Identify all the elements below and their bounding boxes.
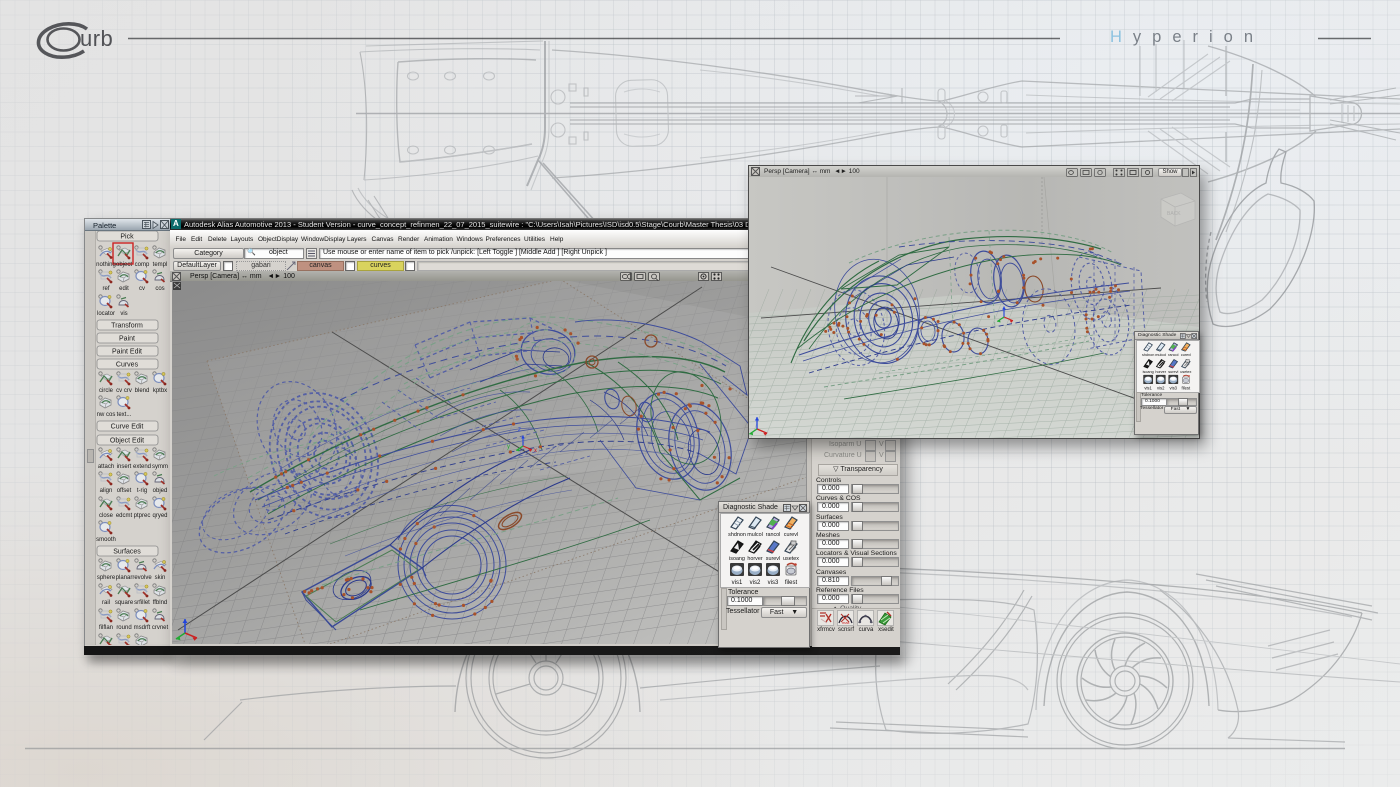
svg-text:object: object xyxy=(116,262,132,268)
svg-text:rail: rail xyxy=(102,600,110,606)
svg-text:circle: circle xyxy=(99,388,114,394)
svg-text:isoang: isoang xyxy=(729,556,745,562)
svg-text:ptprec: ptprec xyxy=(134,513,151,519)
svg-text:nothing: nothing xyxy=(96,262,116,268)
svg-text:extend: extend xyxy=(133,464,151,470)
svg-text:Pick: Pick xyxy=(120,234,134,241)
svg-text:nw cos: nw cos xyxy=(97,412,116,418)
svg-text:msdrft: msdrft xyxy=(134,625,151,631)
svg-text:Curve Edit: Curve Edit xyxy=(111,424,144,431)
svg-text:filest: filest xyxy=(1182,386,1191,391)
svg-text:surevl: surevl xyxy=(766,556,780,562)
svg-text:isoang: isoang xyxy=(1143,370,1154,374)
svg-text:filflan: filflan xyxy=(99,625,113,631)
svg-text:z: z xyxy=(518,427,521,433)
svg-text:offset: offset xyxy=(117,488,132,494)
svg-text:round: round xyxy=(116,625,131,631)
svg-text:planar: planar xyxy=(116,575,133,581)
svg-text:Surfaces: Surfaces xyxy=(113,549,141,556)
svg-text:BACK: BACK xyxy=(1167,211,1181,217)
svg-text:cv: cv xyxy=(139,286,145,292)
svg-text:vis: vis xyxy=(120,311,127,317)
svg-text:skin: skin xyxy=(155,575,166,581)
svg-text:vis1: vis1 xyxy=(1144,386,1152,391)
svg-text:edcmt: edcmt xyxy=(116,513,133,519)
svg-text:max: max xyxy=(842,620,850,625)
svg-text:vis2: vis2 xyxy=(750,580,761,586)
svg-text:urb: urb xyxy=(80,26,113,51)
svg-text:vis3: vis3 xyxy=(1170,386,1178,391)
svg-text:revolve: revolve xyxy=(132,575,152,581)
svg-text:align: align xyxy=(100,488,113,494)
svg-text:surevl: surevl xyxy=(1168,370,1178,374)
svg-text:mulcol: mulcol xyxy=(1155,353,1166,357)
svg-text:comp: comp xyxy=(135,262,150,268)
svg-text:shdnon: shdnon xyxy=(1142,353,1154,357)
svg-text:attach: attach xyxy=(98,464,114,470)
svg-text:vis3: vis3 xyxy=(768,580,779,586)
svg-text:Transform: Transform xyxy=(111,323,143,330)
svg-text:srfillet: srfillet xyxy=(134,600,150,606)
svg-text:locator: locator xyxy=(97,311,115,317)
svg-text:ref: ref xyxy=(102,286,109,292)
svg-text:curevl: curevl xyxy=(784,532,798,538)
svg-text:square: square xyxy=(115,600,134,606)
svg-text:usetex: usetex xyxy=(783,556,799,562)
svg-text:shdnon: shdnon xyxy=(728,532,746,538)
svg-text:crvnet: crvnet xyxy=(152,625,169,631)
svg-text:blend: blend xyxy=(135,388,150,394)
svg-text:vis2: vis2 xyxy=(1157,386,1165,391)
svg-text:kptbx: kptbx xyxy=(153,388,167,394)
svg-text:curevl: curevl xyxy=(1181,353,1191,357)
svg-text:insert: insert xyxy=(117,464,132,470)
svg-text:objed: objed xyxy=(153,488,168,494)
svg-text:filest: filest xyxy=(785,580,798,586)
svg-text:edit: edit xyxy=(119,286,129,292)
svg-text:close: close xyxy=(99,513,114,519)
svg-text:Paint Edit: Paint Edit xyxy=(112,349,142,356)
svg-text:vis1: vis1 xyxy=(732,580,743,586)
svg-text:x: x xyxy=(534,448,537,454)
svg-text:t-rig: t-rig xyxy=(137,488,147,494)
svg-text:templ: templ xyxy=(153,262,168,268)
svg-text:rancol: rancol xyxy=(1168,353,1178,357)
svg-text:Curves: Curves xyxy=(116,362,139,369)
svg-text:y: y xyxy=(507,444,510,450)
svg-text:Object Edit: Object Edit xyxy=(110,438,144,445)
svg-text:mulcol: mulcol xyxy=(747,532,763,538)
svg-text:smooth: smooth xyxy=(96,537,116,543)
svg-text:ffblnd: ffblnd xyxy=(153,600,168,606)
svg-text:sphere: sphere xyxy=(97,575,116,581)
svg-text:Paint: Paint xyxy=(119,336,135,343)
svg-text:text...: text... xyxy=(117,412,132,418)
svg-text:cv crv: cv crv xyxy=(116,388,132,394)
svg-text:horver: horver xyxy=(747,556,762,562)
svg-text:cos: cos xyxy=(155,286,164,292)
svg-text:horver: horver xyxy=(1155,370,1166,374)
svg-text:symm: symm xyxy=(152,464,168,470)
svg-text:qryed: qryed xyxy=(152,513,167,519)
svg-text:rancol: rancol xyxy=(766,532,781,538)
svg-text:usetex: usetex xyxy=(1180,370,1191,374)
